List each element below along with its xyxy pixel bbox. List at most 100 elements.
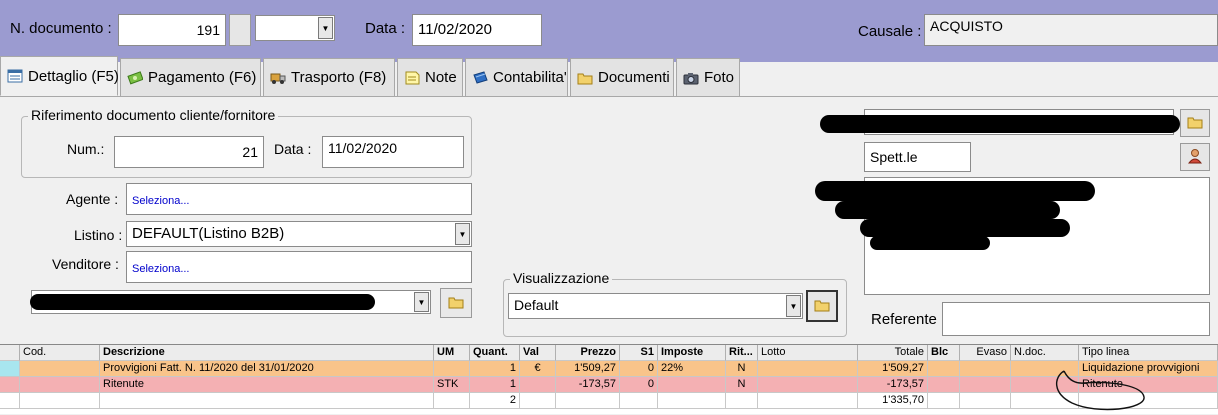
- cell-cod[interactable]: [20, 377, 100, 393]
- cell-um[interactable]: [434, 393, 470, 409]
- open-folder-button[interactable]: [440, 288, 472, 318]
- cell-blc[interactable]: [928, 377, 960, 393]
- cell-s1[interactable]: 0: [620, 377, 658, 393]
- cell-val[interactable]: [520, 393, 556, 409]
- cell-descrizione[interactable]: Provvigioni Fatt. N. 11/2020 del 31/01/2…: [100, 361, 434, 377]
- row-selector-header: [0, 345, 20, 361]
- cell-prezzo[interactable]: [556, 393, 620, 409]
- cell-imposte[interactable]: 22%: [658, 361, 726, 377]
- doc-number-field[interactable]: 191: [118, 14, 226, 46]
- cell-totale[interactable]: 1'509,27: [858, 361, 928, 377]
- cell-descrizione[interactable]: [100, 393, 434, 409]
- cell-prezzo[interactable]: -173,57: [556, 377, 620, 393]
- visualizzazione-select[interactable]: Default ▼: [508, 293, 803, 319]
- doc-number-button[interactable]: [229, 14, 251, 46]
- cell-cod[interactable]: [20, 361, 100, 377]
- tab-dettaglio[interactable]: Dettaglio (F5): [0, 56, 119, 96]
- visualizzazione-group: Visualizzazione Default ▼: [503, 270, 847, 337]
- cell-val[interactable]: €: [520, 361, 556, 377]
- chevron-down-icon[interactable]: ▼: [318, 17, 333, 39]
- row-selector[interactable]: [0, 377, 20, 393]
- cell-um[interactable]: [434, 361, 470, 377]
- referente-field[interactable]: [942, 302, 1210, 336]
- tab-label: Dettaglio (F5): [28, 67, 119, 85]
- table-row[interactable]: Provvigioni Fatt. N. 11/2020 del 31/01/2…: [0, 361, 1218, 377]
- cell-um[interactable]: STK: [434, 377, 470, 393]
- cell-imposte[interactable]: [658, 377, 726, 393]
- col-header-s1[interactable]: S1: [620, 345, 658, 361]
- col-header-um[interactable]: UM: [434, 345, 470, 361]
- cell-evaso[interactable]: [960, 361, 1011, 377]
- col-header-rit[interactable]: Rit...: [726, 345, 758, 361]
- chevron-down-icon[interactable]: ▼: [455, 223, 470, 245]
- cell-lotto[interactable]: [758, 377, 858, 393]
- client-folder-button[interactable]: [1180, 109, 1210, 137]
- salutation-field[interactable]: Spett.le: [864, 142, 971, 172]
- doc-series-select[interactable]: ▼: [255, 15, 335, 41]
- row-selector[interactable]: [0, 393, 20, 409]
- redaction-mark: [860, 219, 1070, 237]
- ref-date-field[interactable]: 11/02/2020: [322, 136, 464, 168]
- tab-documenti[interactable]: Documenti: [570, 58, 674, 96]
- cell-quant[interactable]: 2: [470, 393, 520, 409]
- venditore-field[interactable]: Seleziona...: [126, 251, 472, 283]
- agente-field[interactable]: Seleziona...: [126, 183, 472, 215]
- col-header-cod[interactable]: Cod.: [20, 345, 100, 361]
- detail-icon: [7, 69, 23, 83]
- cell-quant[interactable]: 1: [470, 361, 520, 377]
- chevron-down-icon[interactable]: ▼: [786, 295, 801, 317]
- table-row[interactable]: Ritenute STK 1 -173,57 0 N -173,57 Riten…: [0, 377, 1218, 393]
- cell-lotto[interactable]: [758, 361, 858, 377]
- col-header-quant[interactable]: Quant.: [470, 345, 520, 361]
- col-header-tipo-linea[interactable]: Tipo linea: [1079, 345, 1218, 361]
- cell-s1[interactable]: 0: [620, 361, 658, 377]
- cell-prezzo[interactable]: 1'509,27: [556, 361, 620, 377]
- visualizzazione-folder-button[interactable]: [806, 290, 838, 322]
- col-header-evaso[interactable]: Evaso: [960, 345, 1011, 361]
- cell-cod[interactable]: [20, 393, 100, 409]
- cell-blc[interactable]: [928, 361, 960, 377]
- cell-descrizione[interactable]: Ritenute: [100, 377, 434, 393]
- cell-rit[interactable]: N: [726, 377, 758, 393]
- cell-rit[interactable]: [726, 393, 758, 409]
- col-header-blc[interactable]: Blc: [928, 345, 960, 361]
- cell-lotto[interactable]: [758, 393, 858, 409]
- col-header-totale[interactable]: Totale: [858, 345, 928, 361]
- cell-quant[interactable]: 1: [470, 377, 520, 393]
- col-header-val[interactable]: Val: [520, 345, 556, 361]
- cell-imposte[interactable]: [658, 393, 726, 409]
- col-header-prezzo[interactable]: Prezzo: [556, 345, 620, 361]
- tab-foto[interactable]: Foto: [676, 58, 740, 96]
- visualizzazione-title: Visualizzazione: [510, 270, 613, 286]
- contact-button[interactable]: [1180, 143, 1210, 171]
- agente-label: Agente :: [66, 191, 119, 207]
- listino-select[interactable]: DEFAULT(Listino B2B) ▼: [126, 221, 472, 247]
- book-icon: [472, 70, 488, 85]
- tab-label: Contabilita': [493, 69, 567, 86]
- date-field[interactable]: 11/02/2020: [412, 14, 542, 46]
- cell-evaso[interactable]: [960, 393, 1011, 409]
- table-row[interactable]: 2 1'335,70: [0, 393, 1218, 409]
- cell-totale[interactable]: 1'335,70: [858, 393, 928, 409]
- annotation-circle: [1056, 370, 1145, 411]
- col-header-imposte[interactable]: Imposte: [658, 345, 726, 361]
- col-header-lotto[interactable]: Lotto: [758, 345, 858, 361]
- tab-trasporto[interactable]: Trasporto (F8): [263, 58, 395, 96]
- chevron-down-icon[interactable]: ▼: [414, 292, 429, 312]
- ref-num-field[interactable]: 21: [114, 136, 264, 168]
- note-icon: [404, 71, 420, 85]
- tab-pagamento[interactable]: Pagamento (F6): [120, 58, 261, 96]
- cell-totale[interactable]: -173,57: [858, 377, 928, 393]
- tab-note[interactable]: Note: [397, 58, 463, 96]
- col-header-descrizione[interactable]: Descrizione: [100, 345, 434, 361]
- redaction-mark: [30, 294, 375, 310]
- causale-field[interactable]: ACQUISTO: [924, 14, 1218, 46]
- cell-val[interactable]: [520, 377, 556, 393]
- cell-s1[interactable]: [620, 393, 658, 409]
- cell-rit[interactable]: N: [726, 361, 758, 377]
- cell-blc[interactable]: [928, 393, 960, 409]
- col-header-ndoc[interactable]: N.doc.: [1011, 345, 1079, 361]
- tab-contabilita[interactable]: Contabilita': [465, 58, 568, 96]
- row-selector[interactable]: [0, 361, 20, 377]
- cell-evaso[interactable]: [960, 377, 1011, 393]
